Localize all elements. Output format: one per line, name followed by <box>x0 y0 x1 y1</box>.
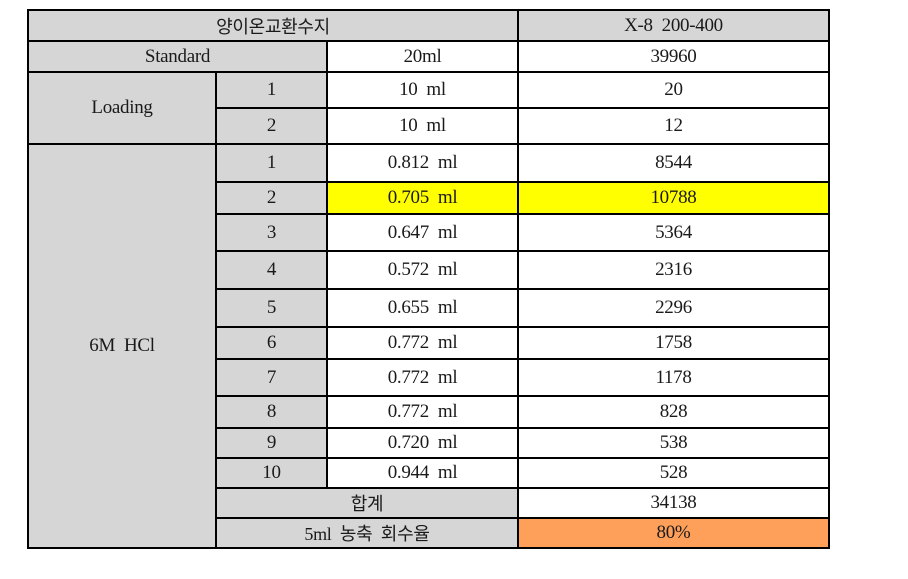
loading-value: 12 <box>517 107 830 145</box>
loading-row: Loading 1 10 ml 20 <box>27 71 830 145</box>
hcl-volume: 0.720 ml <box>326 427 519 459</box>
hcl-value: 828 <box>517 395 830 429</box>
loading-volume: 10 ml <box>326 71 519 109</box>
hcl-index: 7 <box>215 358 328 397</box>
hcl-value: 5364 <box>517 213 830 252</box>
header-resin-label: 양이온교환수지 <box>27 9 519 42</box>
hcl-volume: 0.647 ml <box>326 213 519 252</box>
hcl-volume: 0.772 ml <box>326 326 519 360</box>
loading-value: 20 <box>517 71 830 109</box>
hcl-index: 10 <box>215 457 328 489</box>
hcl-label: 6M HCl <box>27 143 217 549</box>
hcl-volume: 0.812 ml <box>326 143 519 183</box>
hcl-index: 5 <box>215 288 328 328</box>
hcl-volume: 0.655 ml <box>326 288 519 328</box>
loading-volume: 10 ml <box>326 107 519 145</box>
hcl-index: 4 <box>215 250 328 290</box>
hcl-value-highlighted: 10788 <box>517 181 830 215</box>
hcl-index: 6 <box>215 326 328 360</box>
hcl-value: 2316 <box>517 250 830 290</box>
hcl-index: 8 <box>215 395 328 429</box>
hcl-value: 538 <box>517 427 830 459</box>
recovery-value: 80% <box>517 517 830 549</box>
total-label: 합계 <box>215 487 519 519</box>
standard-row: Standard 20ml 39960 <box>27 40 830 73</box>
header-row: 양이온교환수지 X-8 200-400 <box>27 9 830 42</box>
hcl-value: 2296 <box>517 288 830 328</box>
hcl-volume: 0.772 ml <box>326 395 519 429</box>
hcl-volume: 0.572 ml <box>326 250 519 290</box>
hcl-volume: 0.772 ml <box>326 358 519 397</box>
standard-volume: 20ml <box>326 40 519 73</box>
hcl-index: 9 <box>215 427 328 459</box>
recovery-table: 양이온교환수지 X-8 200-400 Standard 20ml 39960 … <box>27 9 830 549</box>
standard-value: 39960 <box>517 40 830 73</box>
loading-index: 1 <box>215 71 328 109</box>
hcl-index: 1 <box>215 143 328 183</box>
hcl-value: 1758 <box>517 326 830 360</box>
header-resin-type: X-8 200-400 <box>517 9 830 42</box>
loading-label: Loading <box>27 71 217 145</box>
hcl-volume-highlighted: 0.705 ml <box>326 181 519 215</box>
total-value: 34138 <box>517 487 830 519</box>
hcl-index: 2 <box>215 181 328 215</box>
hcl-volume: 0.944 ml <box>326 457 519 489</box>
hcl-row: 6M HCl 1 0.812 ml 8544 <box>27 143 830 549</box>
recovery-label: 5ml 농축 회수율 <box>215 517 519 549</box>
standard-label: Standard <box>27 40 328 73</box>
hcl-value: 528 <box>517 457 830 489</box>
hcl-value: 1178 <box>517 358 830 397</box>
loading-index: 2 <box>215 107 328 145</box>
hcl-value: 8544 <box>517 143 830 183</box>
hcl-index: 3 <box>215 213 328 252</box>
